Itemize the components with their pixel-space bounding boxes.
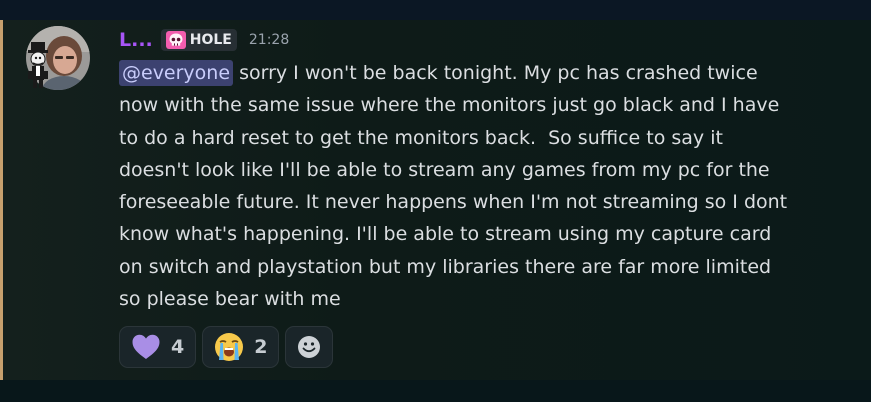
author-name[interactable]: L...	[119, 29, 153, 51]
bottom-strip	[0, 380, 871, 402]
guild-tag-label: HOLE	[189, 32, 232, 48]
add-reaction-button[interactable]	[285, 326, 334, 368]
highlight-accent-bar	[0, 20, 3, 380]
message-header: L... HOLE 21:28	[119, 26, 289, 54]
reaction-purple-heart[interactable]: 4	[119, 326, 197, 368]
message-timestamp[interactable]: 21:28	[249, 32, 289, 48]
message-text: sorry I won't be back tonight. My pc has…	[119, 62, 788, 311]
avatar-image	[26, 26, 90, 90]
message-content: @everyone sorry I won't be back tonight.…	[119, 57, 839, 315]
chat-message[interactable]: L... HOLE 21:28 @everyone sorry I won't …	[0, 20, 871, 380]
purple-heart-icon	[132, 334, 160, 359]
top-strip	[0, 0, 871, 20]
reaction-count: 2	[254, 336, 268, 358]
reactions-bar: 4 2	[119, 326, 334, 368]
smiley-add-reaction-icon	[298, 336, 321, 358]
skull-icon	[165, 31, 186, 49]
reaction-count: 4	[171, 336, 185, 358]
loudly-crying-face-icon	[215, 333, 244, 361]
guild-tag[interactable]: HOLE	[160, 29, 237, 51]
reaction-loudly-crying-face[interactable]: 2	[202, 326, 280, 368]
avatar[interactable]	[26, 26, 90, 90]
everyone-mention[interactable]: @everyone	[119, 60, 234, 86]
